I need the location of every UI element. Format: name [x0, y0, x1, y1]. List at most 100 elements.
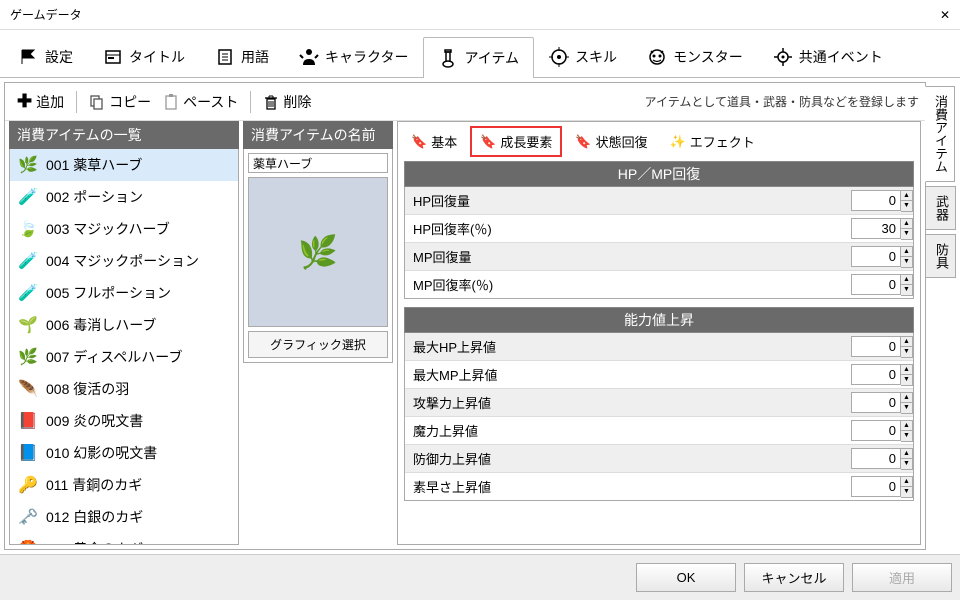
subtab-growth[interactable]: 🔖成長要素 — [470, 126, 562, 157]
spinner-up-icon[interactable]: ▲ — [901, 365, 912, 375]
list-item[interactable]: 📕009 炎の呪文書 — [10, 405, 238, 437]
spinner-up-icon[interactable]: ▲ — [901, 449, 912, 459]
list-item[interactable]: 🪶008 復活の羽 — [10, 373, 238, 405]
field-value-input[interactable] — [851, 190, 901, 211]
copy-button[interactable]: コピー — [83, 90, 157, 114]
spinner-up-icon[interactable]: ▲ — [901, 219, 912, 229]
list-item[interactable]: 🌿007 ディスペルハーブ — [10, 341, 238, 373]
item-icon: 📕 — [16, 409, 40, 433]
sidetab-armor[interactable]: 防具 — [926, 234, 956, 278]
ok-button[interactable]: OK — [636, 563, 736, 592]
list-item[interactable]: 🗝️012 白銀のカギ — [10, 501, 238, 533]
graphic-select-button[interactable]: グラフィック選択 — [248, 331, 388, 358]
field-value-input[interactable] — [851, 218, 901, 239]
spinner[interactable]: ▲▼ — [901, 364, 913, 386]
field-label: 最大HP上昇値 — [405, 333, 851, 360]
spinner-up-icon[interactable]: ▲ — [901, 247, 912, 257]
paste-button[interactable]: ペースト — [157, 90, 244, 114]
spinner-down-icon[interactable]: ▼ — [901, 285, 912, 295]
spinner[interactable]: ▲▼ — [901, 246, 913, 268]
spinner[interactable]: ▲▼ — [901, 392, 913, 414]
subtab-effect[interactable]: ✨エフェクト — [661, 126, 764, 157]
spinner[interactable]: ▲▼ — [901, 448, 913, 470]
item-icon: 🔑 — [16, 473, 40, 497]
cancel-button[interactable]: キャンセル — [744, 563, 844, 592]
field-row: 最大HP上昇値 ▲▼ — [405, 333, 913, 361]
plus-icon: ✚ — [17, 91, 32, 112]
field-value-input[interactable] — [851, 364, 901, 385]
field-label: 魔力上昇値 — [405, 417, 851, 444]
item-name-input[interactable] — [248, 153, 388, 173]
spinner-up-icon[interactable]: ▲ — [901, 191, 912, 201]
name-header: 消費アイテムの名前 — [243, 121, 393, 149]
field-row: 素早さ上昇値▲▼ — [405, 473, 913, 500]
spinner-up-icon[interactable]: ▲ — [901, 477, 912, 487]
item-icon: 📘 — [16, 441, 40, 465]
sidetab-consumable[interactable]: 消費アイテム — [925, 86, 955, 182]
list-item[interactable]: 🧪002 ポーション — [10, 181, 238, 213]
field-row: 最大MP上昇値▲▼ — [405, 361, 913, 389]
tab-character[interactable]: キャラクター — [284, 36, 423, 77]
spinner[interactable]: ▲▼ — [901, 218, 913, 240]
spinner-down-icon[interactable]: ▼ — [901, 403, 912, 413]
delete-button[interactable]: 削除 — [257, 90, 317, 114]
field-value-input[interactable] — [851, 392, 901, 413]
list-item[interactable]: 🌿001 薬草ハーブ — [10, 149, 238, 181]
add-button[interactable]: ✚追加 — [11, 89, 70, 114]
subtab-recovery[interactable]: 🔖状態回復 — [566, 126, 656, 157]
list-item[interactable]: 🏵️013 黄金のカギ — [10, 533, 238, 545]
spinner-up-icon[interactable]: ▲ — [901, 275, 912, 285]
spinner-up-icon[interactable]: ▲ — [901, 337, 912, 347]
spinner[interactable]: ▲▼ — [901, 420, 913, 442]
sidetab-weapon[interactable]: 武器 — [926, 186, 956, 230]
list-item[interactable]: 🔑011 青銅のカギ — [10, 469, 238, 501]
spinner-down-icon[interactable]: ▼ — [901, 375, 912, 385]
spinner-down-icon[interactable]: ▼ — [901, 431, 912, 441]
spinner[interactable]: ▲▼ — [901, 274, 913, 296]
apply-button[interactable]: 適用 — [852, 563, 952, 592]
tab-terms[interactable]: 用語 — [200, 36, 284, 77]
field-value-input[interactable] — [851, 420, 901, 441]
section2-header: 能力値上昇 — [404, 307, 914, 333]
add-label: 追加 — [36, 92, 64, 112]
subtab-basic[interactable]: 🔖基本 — [402, 126, 466, 157]
tab-item[interactable]: アイテム — [423, 37, 534, 78]
list-item[interactable]: 📘010 幻影の呪文書 — [10, 437, 238, 469]
spinner-down-icon[interactable]: ▼ — [901, 201, 912, 211]
field-value-input[interactable] — [851, 246, 901, 267]
close-icon[interactable]: ✕ — [940, 8, 950, 22]
item-label: 004 マジックポーション — [46, 251, 199, 271]
tab-label: スキル — [575, 47, 617, 67]
list-item[interactable]: 🌱006 毒消しハーブ — [10, 309, 238, 341]
list-item[interactable]: 🧪005 フルポーション — [10, 277, 238, 309]
spinner-down-icon[interactable]: ▼ — [901, 347, 912, 357]
field-value-input[interactable] — [851, 448, 901, 469]
section2-body: 最大HP上昇値▲▼最大MP上昇値▲▼攻撃力上昇値▲▼魔力上昇値▲▼防御力上昇値▲… — [404, 333, 914, 501]
spinner-down-icon[interactable]: ▼ — [901, 487, 912, 497]
field-value-input[interactable] — [851, 476, 901, 497]
field-value-input[interactable] — [851, 336, 901, 357]
tab-skill[interactable]: スキル — [534, 36, 632, 77]
subtab-label: 基本 — [431, 132, 457, 151]
tab-common-event[interactable]: 共通イベント — [758, 36, 898, 77]
spinner-down-icon[interactable]: ▼ — [901, 257, 912, 267]
spinner-down-icon[interactable]: ▼ — [901, 229, 912, 239]
spinner-up-icon[interactable]: ▲ — [901, 421, 912, 431]
spinner[interactable]: ▲▼ — [901, 190, 913, 212]
spinner-down-icon[interactable]: ▼ — [901, 459, 912, 469]
item-list[interactable]: 🌿001 薬草ハーブ🧪002 ポーション🍃003 マジックハーブ🧪004 マジッ… — [9, 149, 239, 545]
field-value-input[interactable] — [851, 274, 901, 295]
field-label: 攻撃力上昇値 — [405, 389, 851, 416]
list-item[interactable]: 🧪004 マジックポーション — [10, 245, 238, 277]
tab-settings[interactable]: 設定 — [4, 36, 88, 77]
tab-monster[interactable]: モンスター — [632, 36, 758, 77]
list-item[interactable]: 🍃003 マジックハーブ — [10, 213, 238, 245]
spinner[interactable]: ▲▼ — [901, 336, 913, 358]
spinner-up-icon[interactable]: ▲ — [901, 393, 912, 403]
bookmark-icon: 🔖 — [411, 134, 427, 150]
tab-title[interactable]: タイトル — [88, 36, 200, 77]
subtab-label: 状態回復 — [596, 132, 648, 151]
item-label: 001 薬草ハーブ — [46, 155, 142, 175]
character-icon — [299, 47, 319, 67]
spinner[interactable]: ▲▼ — [901, 476, 913, 498]
